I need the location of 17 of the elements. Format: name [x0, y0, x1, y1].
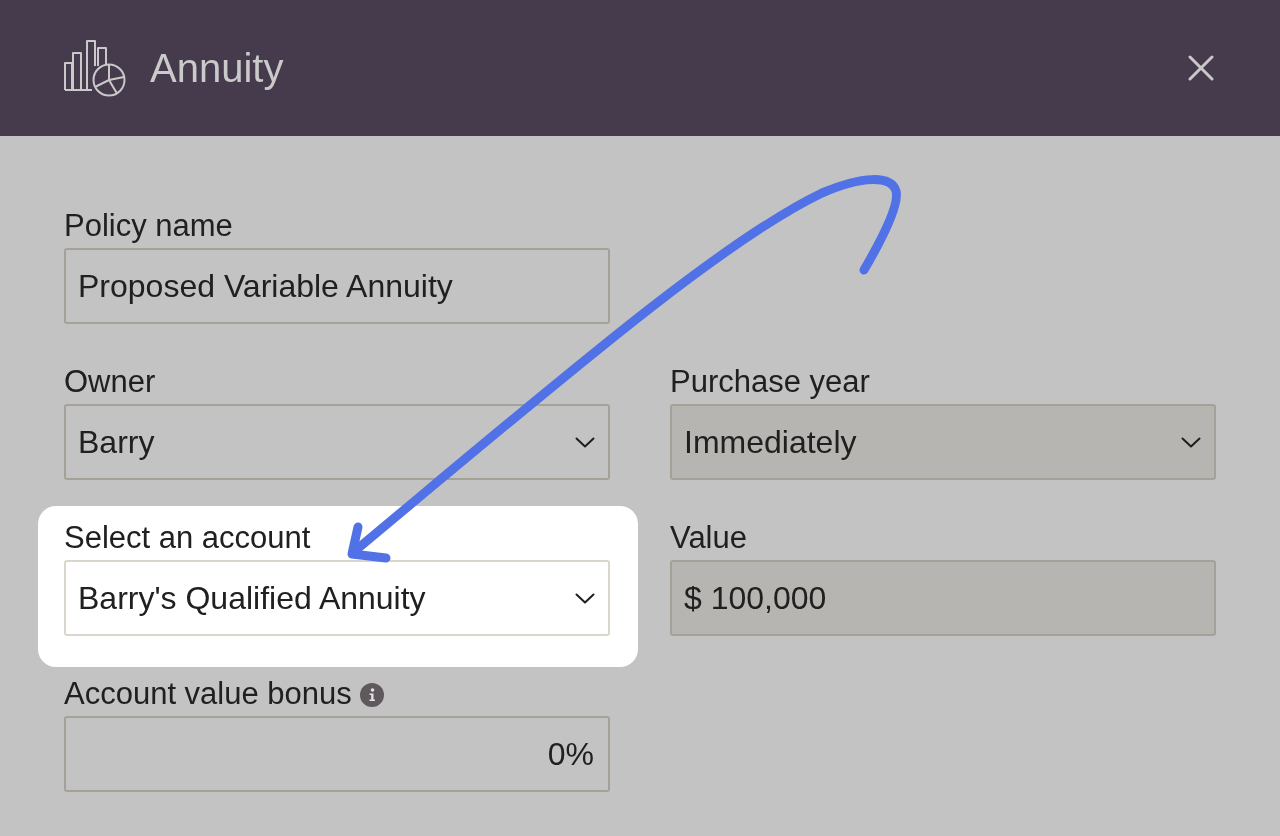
select-field[interactable]: Barry: [64, 404, 610, 480]
input-field[interactable]: Proposed Variable Annuity: [64, 248, 610, 324]
chevron-icon: [575, 592, 595, 604]
field-label: Select an account: [64, 520, 311, 556]
input-field[interactable]: 0%: [64, 716, 610, 792]
close-icon: [1188, 55, 1214, 81]
chevron-icon: [575, 436, 595, 448]
field-label: Owner: [64, 364, 156, 400]
select-field[interactable]: Barry's Qualified Annuity: [64, 560, 610, 636]
dialog-title: Annuity: [150, 45, 284, 91]
field-label: Policy name: [64, 208, 233, 244]
field-label: Account value bonus: [64, 676, 352, 712]
chevron-icon: [1181, 436, 1201, 448]
chart-icon: [63, 39, 127, 97]
field-label: Value: [670, 520, 747, 556]
close-button[interactable]: [1188, 55, 1214, 81]
field-label: Purchase year: [670, 364, 870, 400]
